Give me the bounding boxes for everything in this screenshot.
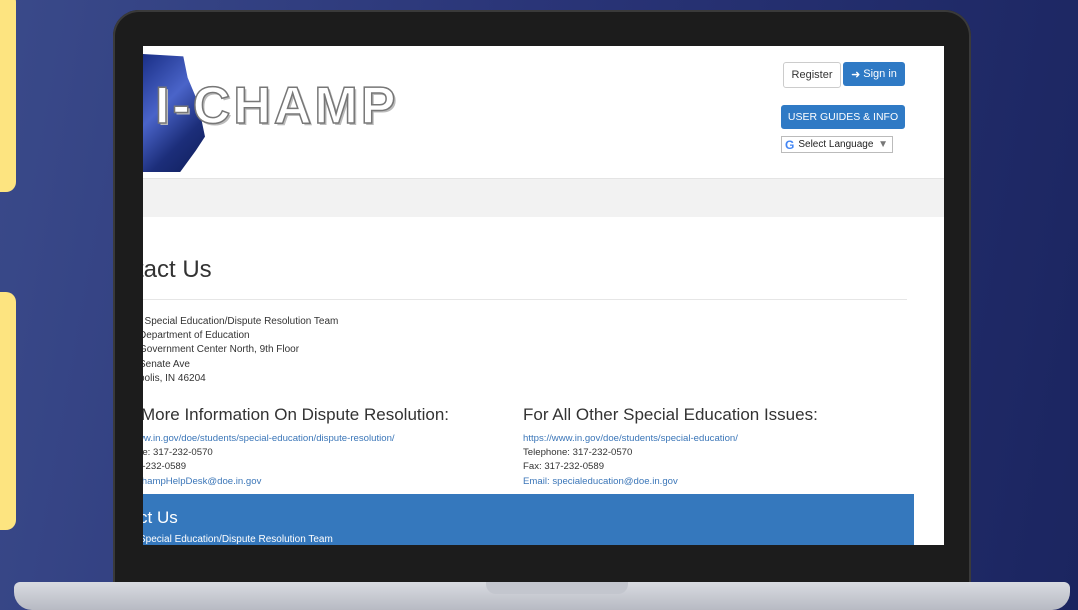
nav-bar [143,178,944,217]
contact-footer-band: ct Us Special Education/Dispute Resoluti… [143,494,914,545]
sign-in-label: Sign in [863,68,897,80]
dispute-resolution-link[interactable]: ww.in.gov/doe/students/special-education… [143,432,395,446]
address-block: f Special Education/Dispute Resolution T… [143,315,338,386]
dispute-email-link[interactable]: champHelpDesk@doe.in.gov [143,475,395,489]
address-line: Senate Ave [143,358,190,370]
language-select[interactable]: G Select Language ▼ [781,136,893,153]
other-issues-contacts: https://www.in.gov/doe/students/special-… [523,432,738,489]
address-line: Department of Education [143,330,250,342]
sticky-note-bottom [0,292,16,530]
dispute-phone: ne: 317-232-0570 [143,447,213,459]
laptop-base [14,582,1070,610]
special-education-email-link[interactable]: Email: specialeducation@doe.in.gov [523,475,738,489]
register-button[interactable]: Register [783,62,841,88]
address-line: polis, IN 46204 [143,372,206,384]
address-line: Government Center North, 9th Floor [143,344,300,356]
user-guides-button[interactable]: USER GUIDES & INFO [781,105,905,129]
page-title: tact Us [143,256,212,283]
sign-in-icon: ➜ [851,68,861,81]
sign-in-button[interactable]: ➜ Sign in [843,62,905,86]
other-phone: Telephone: 317-232-0570 [523,447,633,459]
dispute-resolution-heading: More Information On Dispute Resolution: [143,405,450,424]
dispute-fax: 7-232-0589 [143,461,187,473]
laptop-hinge [486,582,628,594]
sticky-note-top [0,0,16,192]
band-title: ct Us [143,508,178,527]
chevron-down-icon: ▼ [878,139,888,150]
address-line: f Special Education/Dispute Resolution T… [143,316,339,327]
browser-screen: I-CHAMP Register ➜ Sign in USER GUIDES &… [143,46,944,545]
google-icon: G [785,137,795,152]
divider [143,299,907,300]
other-issues-heading: For All Other Special Education Issues: [523,405,818,424]
special-education-link[interactable]: https://www.in.gov/doe/students/special-… [523,432,738,446]
dispute-resolution-contacts: ww.in.gov/doe/students/special-education… [143,432,395,489]
other-fax: Fax: 317-232-0589 [523,461,605,473]
site-logo[interactable]: I-CHAMP [154,76,398,136]
language-label: Select Language [798,139,874,150]
band-text: Special Education/Dispute Resolution Tea… [143,534,333,545]
